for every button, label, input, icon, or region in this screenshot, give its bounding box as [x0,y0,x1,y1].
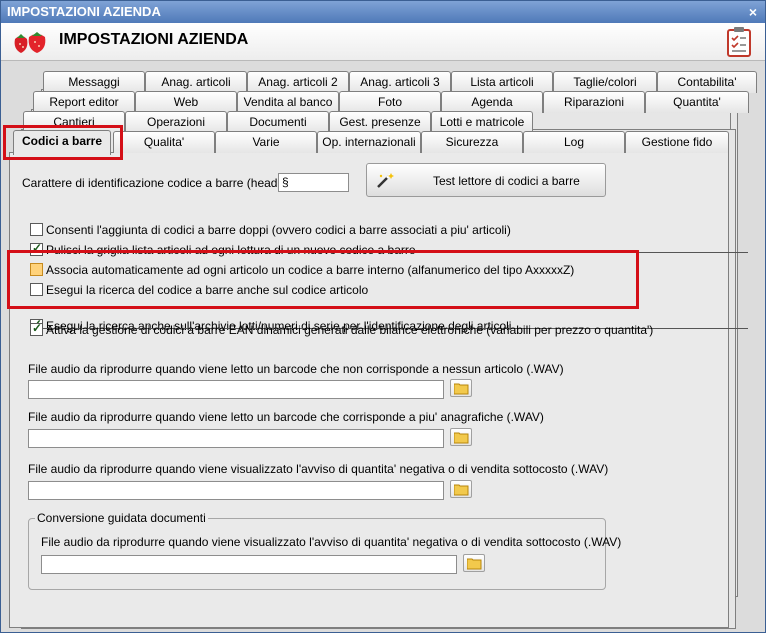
chk-duplicate-barcodes[interactable]: Consenti l'aggiunta di codici a barre do… [30,222,511,238]
checkbox[interactable] [30,263,43,277]
tab-log[interactable]: Log [523,131,625,153]
tab-web[interactable]: Web [135,91,237,113]
header-title: IMPOSTAZIONI AZIENDA [59,31,249,48]
chk-search-article-code[interactable]: Esegui la ricerca del codice a barre anc… [30,282,368,298]
chk-clear-grid[interactable]: Pulisci la griglia lista articoli ad ogn… [30,241,748,258]
chk-auto-internal-barcode[interactable]: Associa automaticamente ad ogni articolo… [30,262,574,278]
audio-multi-match-label: File audio da riprodurre quando viene le… [28,410,544,424]
tab-taglie-colori[interactable]: Taglie/colori [553,71,657,93]
header-banner: IMPOSTAZIONI AZIENDA [1,23,765,61]
group-audio-input[interactable] [41,555,457,574]
chk-dynamic-ean[interactable]: Attiva la gestione di codici a barre EAN… [30,321,653,338]
tab-op-internazionali[interactable]: Op. internazionali [317,131,421,153]
tab-lotti-matricole[interactable]: Lotti e matricole [431,111,533,133]
tab-control: Messaggi Anag. articoli Anag. articoli 2… [1,61,765,632]
test-barcode-reader-button[interactable]: Test lettore di codici a barre [366,163,606,197]
audio-no-match-input[interactable] [28,380,444,399]
tab-anag-articoli-2[interactable]: Anag. articoli 2 [247,71,349,93]
document-conversion-group: Conversione guidata documenti File audio… [28,511,621,590]
tab-gestione-fido[interactable]: Gestione fido [625,131,729,153]
tab-operazioni[interactable]: Operazioni [125,111,227,133]
magic-wand-icon [377,173,394,188]
barcode-settings-panel: Carattere di identificazione codice a ba… [9,152,748,628]
tab-gest-presenze[interactable]: Gest. presenze [329,111,431,133]
tab-contabilita[interactable]: Contabilita' [657,71,757,93]
header-char-input[interactable]: § [278,173,349,192]
folder-icon [454,383,469,395]
folder-icon [454,432,469,444]
tab-documenti[interactable]: Documenti [227,111,329,133]
checkbox[interactable] [30,223,43,237]
tab-vendita-al-banco[interactable]: Vendita al banco [237,91,339,113]
browse-group-audio-button[interactable] [463,554,485,572]
audio-negative-qty-input[interactable] [28,481,444,500]
browse-audio-multi-match-button[interactable] [450,428,472,446]
tab-foto[interactable]: Foto [339,91,441,113]
tab-agenda[interactable]: Agenda [441,91,543,113]
tab-sicurezza[interactable]: Sicurezza [421,131,523,153]
title-bar: IMPOSTAZIONI AZIENDA × [1,1,765,23]
tab-varie[interactable]: Varie [215,131,317,153]
strawberry-icon [14,32,46,53]
tab-messaggi[interactable]: Messaggi [43,71,145,93]
group-audio-label: File audio da riprodurre quando viene vi… [41,535,622,549]
browse-audio-no-match-button[interactable] [450,379,472,397]
audio-negative-qty-label: File audio da riprodurre quando viene vi… [28,462,609,476]
header-char-label: Carattere di identificazione codice a ba… [22,176,299,190]
tab-qualita[interactable]: Qualita' [113,131,215,153]
tab-anag-articoli[interactable]: Anag. articoli [145,71,247,93]
tab-codici-a-barre[interactable]: Codici a barre [13,130,111,155]
audio-multi-match-input[interactable] [28,429,444,448]
settings-window: IMPOSTAZIONI AZIENDA × IMPOSTAZIONI AZIE… [0,0,766,633]
tab-lista-articoli[interactable]: Lista articoli [451,71,553,93]
checkbox[interactable] [30,321,43,337]
folder-icon [467,558,482,570]
checkbox[interactable] [30,241,43,257]
browse-audio-negative-qty-button[interactable] [450,480,472,498]
window-title: IMPOSTAZIONI AZIENDA [7,4,161,19]
audio-no-match-label: File audio da riprodurre quando viene le… [28,362,564,376]
tab-riparazioni[interactable]: Riparazioni [543,91,645,113]
close-icon[interactable]: × [749,1,757,23]
tab-quantita[interactable]: Quantita' [645,91,749,113]
folder-icon [454,484,469,496]
checklist-icon [727,27,751,57]
checkbox[interactable] [30,283,43,297]
tab-report-editor[interactable]: Report editor [33,91,135,113]
tab-anag-articoli-3[interactable]: Anag. articoli 3 [349,71,451,93]
test-button-label: Test lettore di codici a barre [433,174,580,188]
group-title: Conversione guidata documenti [35,511,208,525]
